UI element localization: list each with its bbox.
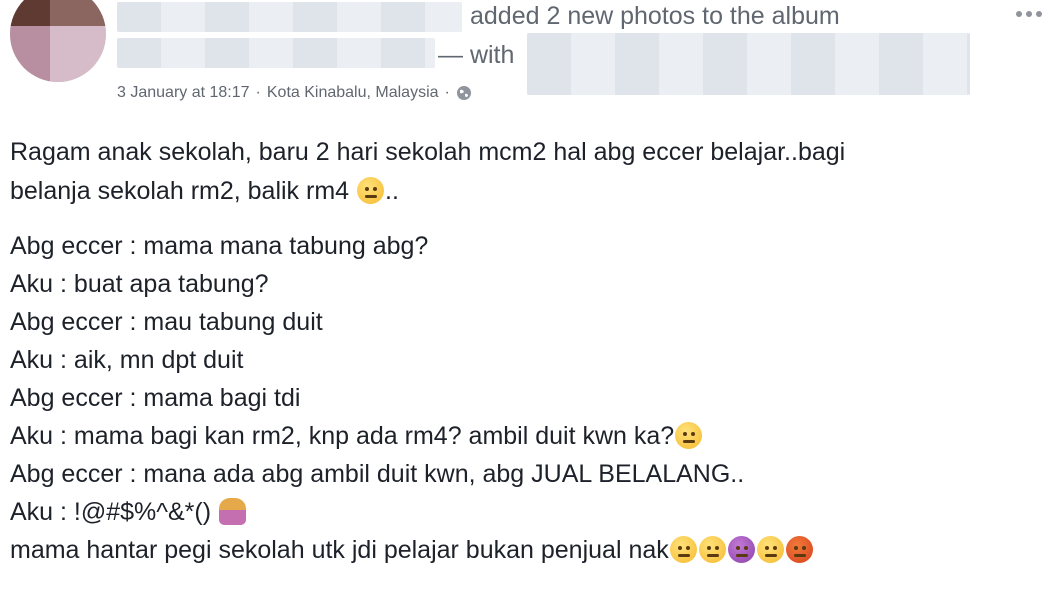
blurred-album-name[interactable]	[117, 38, 435, 68]
meta-separator: ·	[444, 84, 450, 101]
post-line: Ragam anak sekolah, baru 2 hari sekolah …	[10, 138, 846, 166]
post-line: Aku : !@#$%^&*()	[10, 494, 247, 530]
post-line: Abg eccer : mana ada abg ambil duit kwn,…	[10, 460, 745, 488]
post-line: mama hantar pegi sekolah utk jdi pelajar…	[10, 532, 814, 568]
more-options-button[interactable]	[1016, 8, 1046, 20]
thinking-emoji-icon	[357, 177, 385, 204]
sleepy-face-emoji-icon	[669, 536, 697, 563]
blurred-tagged-friends[interactable]	[527, 33, 970, 95]
post-line: belanja sekolah rm2, balik rm4 ..	[10, 177, 399, 205]
globe-icon[interactable]	[456, 85, 472, 101]
post-line: Aku : buat apa tabung?	[10, 270, 269, 298]
post-action-text: added 2 new photos to the album	[470, 2, 840, 30]
post-line: Aku : mama bagi kan rm2, knp ada rm4? am…	[10, 418, 703, 454]
post-line: Abg eccer : mau tabung duit	[10, 308, 323, 336]
post-timestamp[interactable]: 3 January at 18:17	[117, 84, 250, 102]
post-meta: 3 January at 18:17 · Kota Kinabalu, Mala…	[117, 84, 472, 102]
blurred-author-name[interactable]	[117, 2, 462, 32]
cursing-face-emoji-icon	[785, 536, 813, 563]
woman-pouting-emoji-icon	[219, 498, 247, 525]
meta-separator: ·	[255, 84, 261, 101]
dizzy-face-emoji-icon	[727, 536, 755, 563]
angry-face-emoji-icon	[675, 422, 703, 449]
facebook-post: added 2 new photos to the album — with 3…	[0, 0, 1060, 596]
post-location[interactable]: Kota Kinabalu, Malaysia	[267, 84, 439, 102]
angry-face-emoji-icon	[756, 536, 784, 563]
with-text: — with	[438, 41, 515, 69]
avatar[interactable]	[10, 0, 106, 82]
more-options-icon	[1016, 11, 1022, 17]
post-line: Abg eccer : mama bagi tdi	[10, 384, 301, 412]
post-line: Abg eccer : mama mana tabung abg?	[10, 232, 429, 260]
downcast-sweat-emoji-icon	[698, 536, 726, 563]
post-line: Aku : aik, mn dpt duit	[10, 346, 244, 374]
